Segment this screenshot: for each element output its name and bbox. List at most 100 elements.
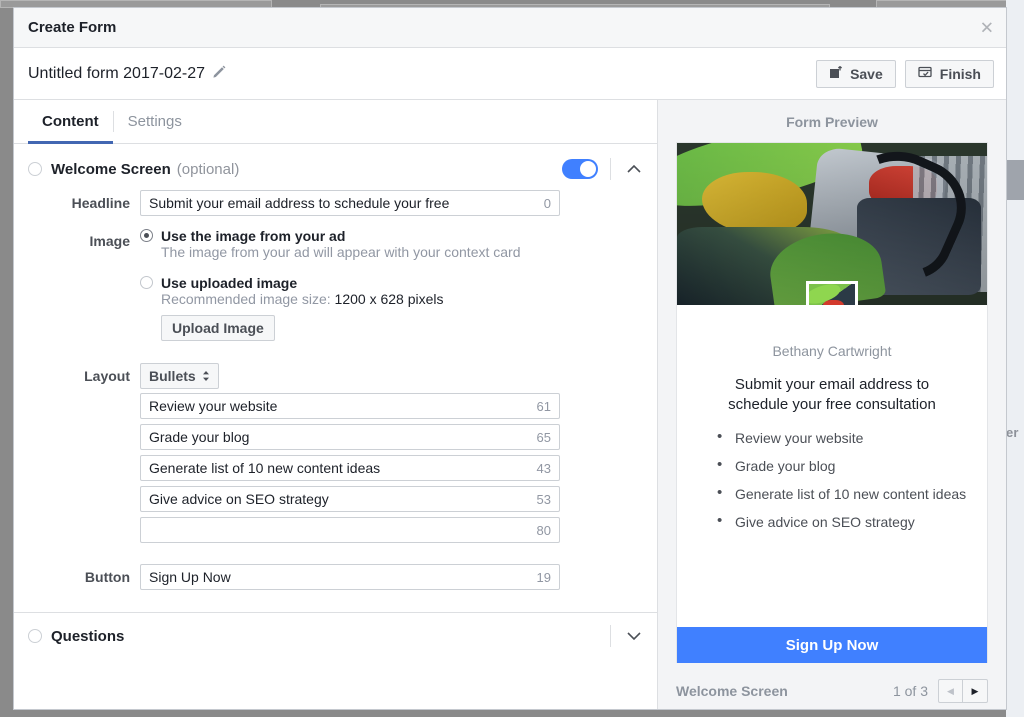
preview-bullet-item: Generate list of 10 new content ideas — [717, 485, 971, 503]
layout-body: Bullets Review your website — [140, 363, 645, 548]
preview-pager: ◀ ▶ — [938, 679, 988, 703]
bullet-counter: 43 — [537, 461, 551, 476]
headline-input[interactable]: Submit your email address to schedule yo… — [140, 190, 560, 216]
form-name-bar: Untitled form 2017-02-27 Save — [14, 48, 1006, 100]
layout-label: Layout — [28, 363, 140, 387]
recommended-size-prefix: Recommended image size: — [161, 291, 335, 307]
radio-use-uploaded-image[interactable] — [140, 276, 153, 289]
button-text-value: Sign Up Now — [149, 569, 529, 585]
welcome-screen-toggle[interactable] — [562, 159, 598, 179]
save-button-label: Save — [850, 66, 883, 82]
background-chrome-strip — [0, 0, 272, 8]
background-page-block — [1006, 160, 1024, 200]
form-preview-panel: Form Preview — [658, 100, 1006, 709]
button-text-input[interactable]: Sign Up Now 19 — [140, 564, 560, 590]
triangle-left-icon[interactable]: ◀ — [939, 680, 963, 702]
preview-cta-button[interactable]: Sign Up Now — [677, 627, 987, 663]
image-option-from-ad-main[interactable]: Use the image from your ad — [140, 228, 645, 244]
form-name-label: Untitled form 2017-02-27 — [28, 65, 205, 83]
preview-bullet-item: Give advice on SEO strategy — [717, 513, 971, 531]
finish-button[interactable]: Finish — [905, 60, 994, 88]
bullet-counter: 65 — [537, 430, 551, 445]
control-divider — [610, 158, 611, 180]
recommended-size-value: 1200 x 628 pixels — [335, 291, 444, 307]
image-label: Image — [28, 228, 140, 252]
button-text-counter: 19 — [537, 570, 551, 585]
image-option-from-ad: Use the image from your ad The image fro… — [140, 228, 645, 261]
button-row: Button Sign Up Now 19 — [14, 564, 657, 590]
toggle-knob — [580, 161, 596, 177]
preview-card: Bethany Cartwright Submit your email add… — [676, 142, 988, 663]
form-editor-panel: Content Settings Welcome Screen (optiona… — [14, 100, 658, 709]
background-page-text: er — [1006, 425, 1019, 440]
tab-settings[interactable]: Settings — [114, 100, 196, 143]
dialog-body: Content Settings Welcome Screen (optiona… — [14, 100, 1006, 709]
control-divider — [610, 625, 611, 647]
welcome-screen-section-header: Welcome Screen (optional) — [14, 144, 657, 190]
welcome-screen-marker[interactable] — [28, 162, 42, 176]
layout-select-value: Bullets — [149, 368, 196, 384]
headline-label: Headline — [28, 190, 140, 216]
image-option-uploaded-main[interactable]: Use uploaded image — [140, 275, 645, 291]
chevron-updown-icon — [202, 370, 210, 382]
welcome-screen-controls — [562, 158, 645, 180]
welcome-screen-optional-label: (optional) — [177, 161, 240, 178]
bullet-input[interactable]: Give advice on SEO strategy 53 — [140, 486, 560, 512]
dialog-titlebar: Create Form ✕ — [14, 8, 1006, 48]
bullet-counter: 80 — [537, 523, 551, 538]
triangle-right-icon[interactable]: ▶ — [963, 680, 987, 702]
headline-row: Headline Submit your email address to sc… — [14, 190, 657, 216]
image-row: Image Use the image from your ad The ima… — [14, 228, 657, 345]
bullet-counter: 61 — [537, 399, 551, 414]
tab-content[interactable]: Content — [28, 100, 113, 143]
questions-section-title: Questions — [51, 628, 124, 645]
bullet-value: Review your website — [149, 398, 529, 414]
preview-bullet-item: Grade your blog — [717, 457, 971, 475]
preview-headline: Submit your email address to schedule yo… — [677, 359, 987, 415]
headline-field-wrap: Submit your email address to schedule yo… — [140, 190, 645, 216]
radio-use-ad-image-label: Use the image from your ad — [161, 228, 345, 244]
preview-page-indicator: 1 of 3 — [893, 683, 928, 699]
questions-section-marker[interactable] — [28, 629, 42, 643]
image-option-uploaded: Use uploaded image Recommended image siz… — [140, 275, 645, 341]
bullet-input[interactable]: Generate list of 10 new content ideas 43 — [140, 455, 560, 481]
radio-use-uploaded-image-label: Use uploaded image — [161, 275, 297, 291]
headline-counter: 0 — [544, 196, 551, 211]
background-page-edge — [1006, 0, 1024, 717]
preview-bullet-item: Review your website — [717, 429, 971, 447]
finish-button-label: Finish — [940, 66, 981, 82]
editor-tabs: Content Settings — [14, 100, 657, 144]
pencil-icon[interactable] — [212, 64, 226, 83]
preview-title: Form Preview — [658, 100, 1006, 142]
close-icon[interactable]: ✕ — [980, 19, 994, 36]
upload-image-button[interactable]: Upload Image — [161, 315, 275, 341]
dialog-title: Create Form — [28, 19, 116, 36]
avatar — [806, 281, 858, 305]
radio-use-ad-image-desc: The image from your ad will appear with … — [161, 244, 541, 261]
button-label: Button — [28, 564, 140, 590]
avatar-shape — [823, 300, 844, 305]
save-button[interactable]: Save — [816, 60, 896, 88]
radio-use-ad-image[interactable] — [140, 229, 153, 242]
bullet-value: Grade your blog — [149, 429, 529, 445]
headline-value: Submit your email address to schedule yo… — [149, 195, 536, 211]
bullet-value: Generate list of 10 new content ideas — [149, 460, 529, 476]
form-actions: Save Finish — [816, 60, 994, 88]
editor-scroll-area[interactable]: Welcome Screen (optional) — [14, 144, 657, 709]
preview-bullet-list: Review your website Grade your blog Gene… — [677, 429, 987, 627]
bullet-input-empty[interactable]: 80 — [140, 517, 560, 543]
layout-select[interactable]: Bullets — [140, 363, 219, 389]
finish-icon — [918, 65, 933, 82]
bullet-list: Review your website 61 Grade your blog 6… — [140, 393, 645, 543]
bullet-input[interactable]: Review your website 61 — [140, 393, 560, 419]
save-icon — [829, 65, 843, 82]
chevron-up-icon[interactable] — [623, 158, 645, 180]
questions-section-header[interactable]: Questions — [14, 613, 657, 657]
preview-footer-label: Welcome Screen — [676, 683, 788, 699]
layout-row: Layout Bullets — [14, 363, 657, 548]
image-options: Use the image from your ad The image fro… — [140, 228, 645, 345]
radio-use-uploaded-image-desc: Recommended image size: 1200 x 628 pixel… — [161, 291, 541, 308]
bullet-input[interactable]: Grade your blog 65 — [140, 424, 560, 450]
chevron-down-icon[interactable] — [623, 625, 645, 647]
preview-cover-image — [677, 143, 987, 305]
